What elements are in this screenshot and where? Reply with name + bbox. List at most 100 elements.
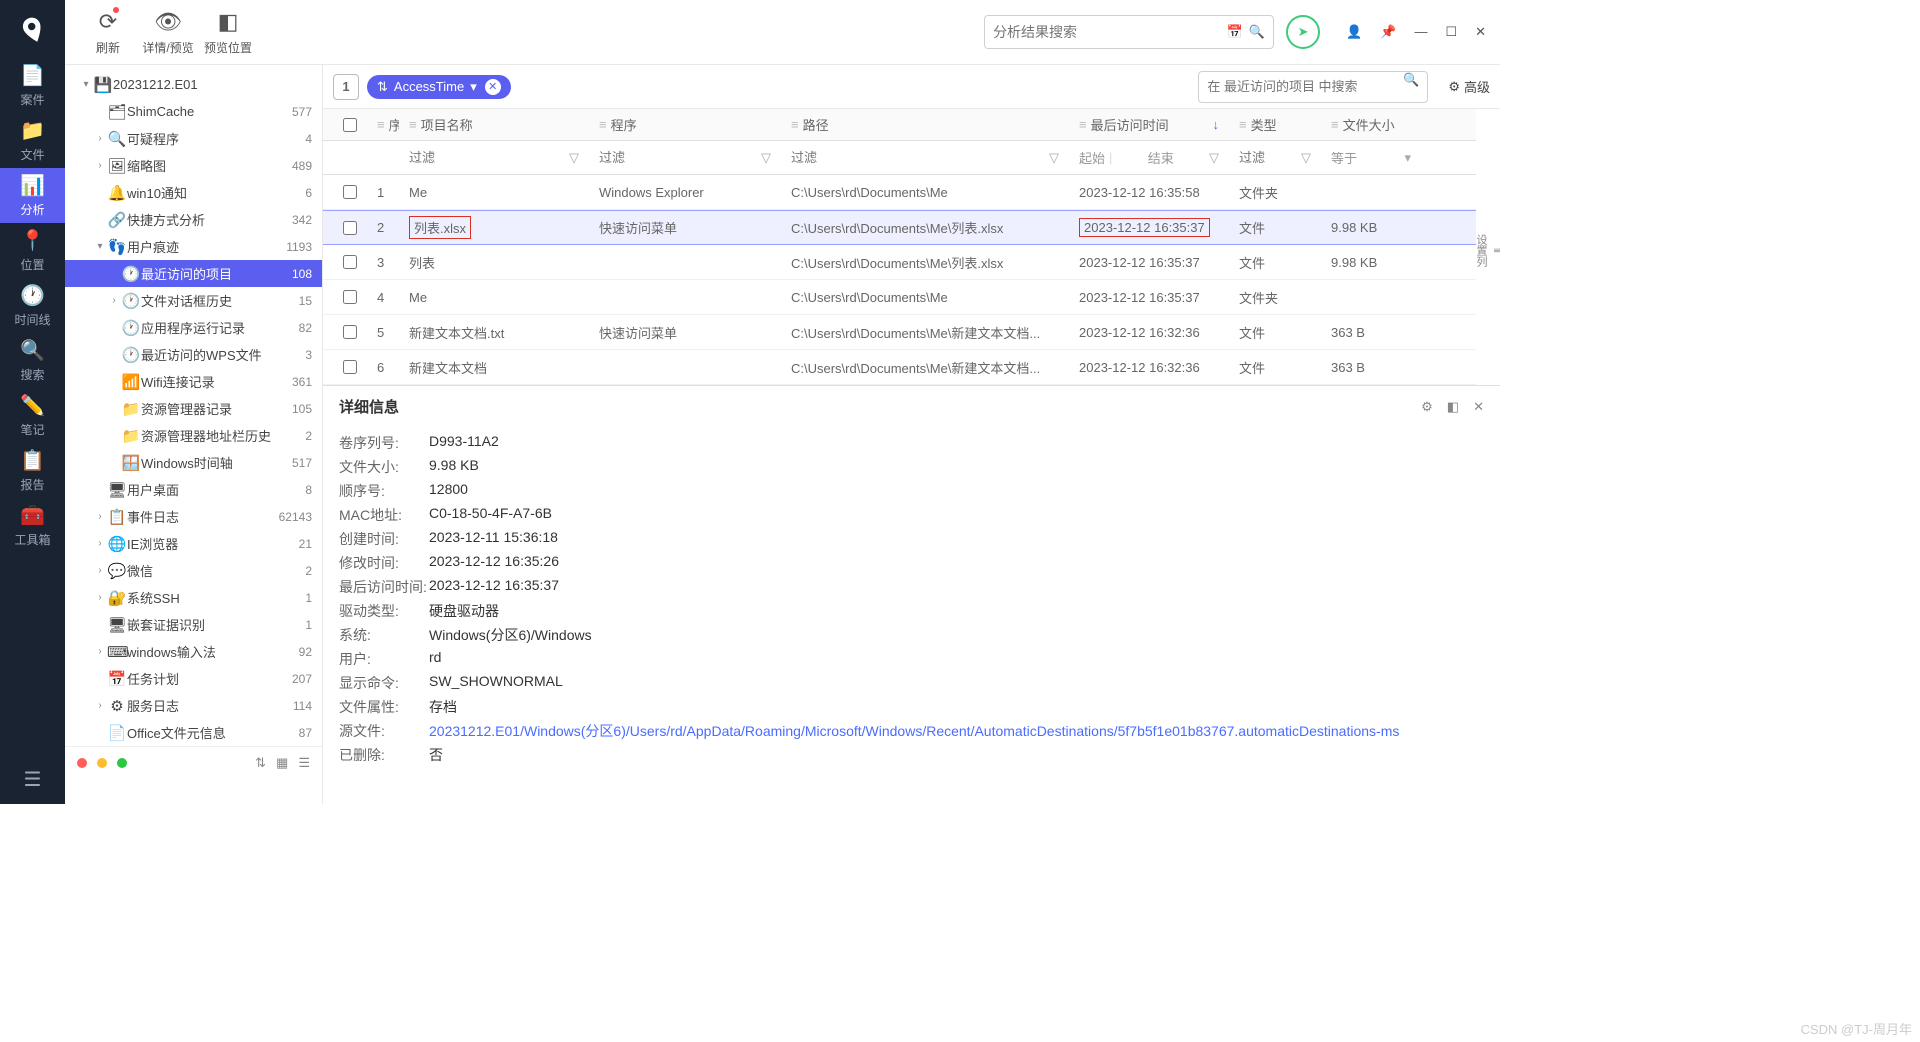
table-row[interactable]: 4 Me C:\Users\rd\Documents\Me 2023-12-12… — [323, 280, 1476, 315]
tree-item[interactable]: ▾👣用户痕迹1193 — [65, 233, 322, 260]
settings-column-button[interactable]: ⦀ 设置列 — [1476, 109, 1500, 385]
tree-item[interactable]: 📁资源管理器地址栏历史2 — [65, 422, 322, 449]
chevron-icon[interactable]: ▾ — [93, 241, 107, 252]
filter-icon[interactable]: ▽ — [569, 150, 579, 166]
nav-item-文件[interactable]: 📁文件 — [0, 113, 65, 168]
dot-red[interactable] — [77, 758, 87, 768]
dot-green[interactable] — [117, 758, 127, 768]
filter-eq[interactable]: 等于 — [1331, 148, 1357, 167]
gear-icon[interactable]: ⚙ — [1421, 399, 1433, 415]
tree-item[interactable]: ›🖼缩略图489 — [65, 152, 322, 179]
table-row[interactable]: 1 Me Windows Explorer C:\Users\rd\Docume… — [323, 175, 1476, 210]
tree-item[interactable]: 📄Office文件元信息87 — [65, 719, 322, 746]
filter-start[interactable]: 起始 — [1079, 148, 1105, 167]
minimize-icon[interactable]: — — [1414, 24, 1427, 40]
advanced-button[interactable]: ⚙ 高级 — [1448, 77, 1490, 96]
preview-position-button[interactable]: ◧ 预览位置 — [199, 3, 257, 61]
tree-item[interactable]: ›🕐文件对话框历史15 — [65, 287, 322, 314]
filter-icon[interactable]: ⇅ — [255, 755, 266, 771]
row-checkbox[interactable] — [343, 185, 357, 199]
chevron-icon[interactable]: › — [93, 592, 107, 603]
tree-item[interactable]: ▾💾20231212.E01 — [65, 71, 322, 98]
row-checkbox[interactable] — [343, 255, 357, 269]
chevron-icon[interactable]: › — [93, 700, 107, 711]
close-icon[interactable]: ✕ — [1475, 24, 1486, 40]
tree-item[interactable]: 📶Wifi连接记录361 — [65, 368, 322, 395]
col-type[interactable]: 类型 — [1251, 115, 1277, 134]
dot-yellow[interactable] — [97, 758, 107, 768]
nav-item-时间线[interactable]: 🕐时间线 — [0, 278, 65, 333]
tree-item[interactable]: ›⌨windows输入法92 — [65, 638, 322, 665]
chevron-icon[interactable]: › — [93, 565, 107, 576]
row-checkbox[interactable] — [343, 221, 357, 235]
row-checkbox[interactable] — [343, 290, 357, 304]
nav-item-案件[interactable]: 📄案件 — [0, 58, 65, 113]
filter-prog[interactable] — [599, 150, 761, 165]
chevron-icon[interactable]: ▾ — [79, 79, 93, 90]
nav-item-笔记[interactable]: ✏️笔记 — [0, 388, 65, 443]
chip-close-icon[interactable]: ✕ — [485, 79, 501, 95]
nav-item-位置[interactable]: 📍位置 — [0, 223, 65, 278]
nav-item-工具箱[interactable]: 🧰工具箱 — [0, 498, 65, 553]
table-row[interactable]: 5 新建文本文档.txt 快速访问菜单 C:\Users\rd\Document… — [323, 315, 1476, 350]
tree-item[interactable]: 🔗快捷方式分析342 — [65, 206, 322, 233]
table-row[interactable]: 6 新建文本文档 C:\Users\rd\Documents\Me\新建文本文档… — [323, 350, 1476, 385]
chevron-icon[interactable]: › — [93, 133, 107, 144]
close-icon[interactable]: ✕ — [1473, 399, 1484, 415]
nav-item-报告[interactable]: 📋报告 — [0, 443, 65, 498]
table-row[interactable]: 2 列表.xlsx 快速访问菜单 C:\Users\rd\Documents\M… — [323, 210, 1476, 245]
search-icon[interactable]: 🔍 — [1403, 72, 1419, 102]
tree-item[interactable]: 🕐最近访问的WPS文件3 — [65, 341, 322, 368]
chevron-icon[interactable]: › — [107, 295, 121, 306]
pin-icon[interactable]: 📌 — [1380, 24, 1396, 40]
row-checkbox[interactable] — [343, 325, 357, 339]
maximize-icon[interactable]: ☐ — [1445, 24, 1457, 40]
filter-icon[interactable]: ▽ — [1209, 150, 1219, 166]
tree-item[interactable]: 🔔win10通知6 — [65, 179, 322, 206]
col-seq[interactable]: 序号 — [389, 115, 399, 134]
filter-icon[interactable]: ▽ — [1301, 150, 1311, 166]
layout-icon[interactable]: ◧ — [1447, 399, 1459, 415]
send-button[interactable]: ➤ — [1286, 15, 1320, 49]
col-prog[interactable]: 程序 — [611, 115, 637, 134]
grid-search[interactable]: 🔍 — [1198, 71, 1428, 103]
table-row[interactable]: 3 列表 C:\Users\rd\Documents\Me\列表.xlsx 20… — [323, 245, 1476, 280]
chevron-icon[interactable]: › — [93, 646, 107, 657]
dropdown-icon[interactable]: ▾ — [1404, 150, 1411, 166]
filter-name[interactable] — [409, 150, 569, 165]
detail-preview-button[interactable]: 👁 详情/预览 — [139, 3, 197, 61]
tree-item[interactable]: ›🌐IE浏览器21 — [65, 530, 322, 557]
chevron-icon[interactable]: › — [93, 160, 107, 171]
tree-item[interactable]: 📁资源管理器记录105 — [65, 395, 322, 422]
tree-item[interactable]: ›💬微信2 — [65, 557, 322, 584]
col-time[interactable]: 最后访问时间 — [1091, 115, 1169, 134]
tree-item[interactable]: 📅任务计划207 — [65, 665, 322, 692]
col-path[interactable]: 路径 — [803, 115, 829, 134]
search-icon[interactable]: 🔍 — [1249, 24, 1265, 40]
detail-value[interactable]: 20231212.E01/Windows(分区6)/Users/rd/AppDa… — [429, 721, 1399, 741]
chevron-icon[interactable]: › — [93, 538, 107, 549]
calendar-icon[interactable]: 📅 — [1227, 24, 1243, 40]
nav-item-搜索[interactable]: 🔍搜索 — [0, 333, 65, 388]
tree-item[interactable]: ›⚙服务日志114 — [65, 692, 322, 719]
col-size[interactable]: 文件大小 — [1343, 115, 1395, 134]
nav-item-分析[interactable]: 📊分析 — [0, 168, 65, 223]
chevron-icon[interactable]: › — [93, 511, 107, 522]
badge-one[interactable]: 1 — [333, 74, 359, 100]
tree-item[interactable]: ›🔍可疑程序4 — [65, 125, 322, 152]
grid-search-input[interactable] — [1207, 72, 1403, 102]
col-name[interactable]: 项目名称 — [421, 115, 473, 134]
tree-item[interactable]: 🕐应用程序运行记录82 — [65, 314, 322, 341]
select-all-checkbox[interactable] — [343, 118, 357, 132]
filter-icon[interactable]: ▽ — [1049, 150, 1059, 166]
tree-item[interactable]: 🕐最近访问的项目108 — [65, 260, 322, 287]
filter-path[interactable] — [791, 150, 1049, 165]
grid-icon-2[interactable]: ☰ — [298, 755, 310, 771]
row-checkbox[interactable] — [343, 360, 357, 374]
tree-item[interactable]: 🖥用户桌面8 — [65, 476, 322, 503]
search-box[interactable]: 📅 🔍 — [984, 15, 1274, 49]
tree-item[interactable]: 🗂ShimCache577 — [65, 98, 322, 125]
refresh-button[interactable]: ⟳ 刷新 — [79, 3, 137, 61]
sort-chip[interactable]: ⇅ AccessTime ▾ ✕ — [367, 75, 511, 99]
user-icon[interactable]: 👤 — [1346, 24, 1362, 40]
